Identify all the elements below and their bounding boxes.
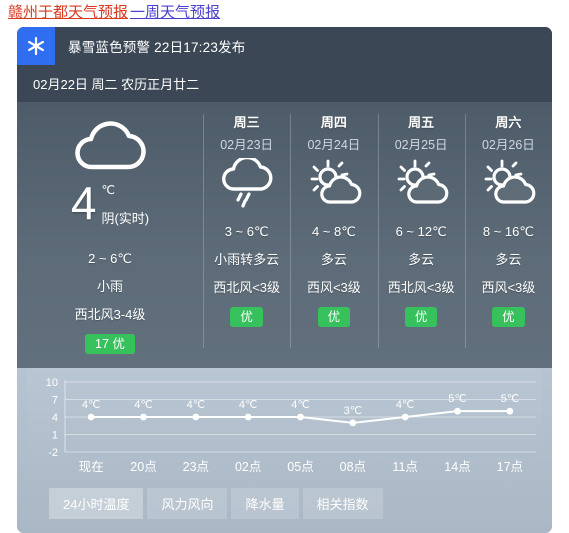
chart-tabs: 24小时温度 风力风向 降水量 相关指数 bbox=[17, 478, 552, 533]
svg-text:1: 1 bbox=[52, 430, 58, 442]
svg-text:4℃: 4℃ bbox=[239, 399, 257, 411]
svg-text:5℃: 5℃ bbox=[501, 393, 519, 405]
date-line: 02月22日 周二 农历正月廿二 bbox=[17, 65, 552, 102]
tab-precipitation[interactable]: 降水量 bbox=[231, 488, 299, 519]
forecast-aqi-badge: 优 bbox=[230, 307, 263, 327]
today-weather: 小雨 bbox=[96, 279, 123, 294]
current-temperature: 4 ℃ 阴(实时) bbox=[17, 177, 203, 229]
current-temp-unit: ℃ bbox=[101, 183, 115, 197]
current-condition: 阴(实时) bbox=[101, 211, 150, 226]
current-temp-value: 4 bbox=[70, 177, 97, 229]
svg-text:4℃: 4℃ bbox=[134, 399, 152, 411]
svg-text:23点: 23点 bbox=[183, 460, 209, 474]
day-date: 02月26日 bbox=[481, 138, 535, 152]
svg-text:08点: 08点 bbox=[340, 460, 366, 474]
forecast-range: 8 ~ 16℃ bbox=[482, 224, 534, 239]
forecast-aqi-badge: 优 bbox=[317, 307, 351, 327]
svg-text:现在: 现在 bbox=[79, 460, 104, 474]
svg-text:4: 4 bbox=[52, 412, 58, 424]
svg-text:3℃: 3℃ bbox=[344, 405, 362, 417]
forecast-column-wed: 周三 02月23日 3 ~ 6℃ 小雨转多云 西北风<3级 优 bbox=[203, 108, 290, 354]
forecast-weather: 小雨转多云 bbox=[214, 252, 280, 267]
title-link-location[interactable]: 赣州于都天气预报 bbox=[8, 4, 128, 21]
svg-text:7: 7 bbox=[52, 395, 58, 407]
day-date: 02月24日 bbox=[307, 138, 361, 152]
svg-text:02点: 02点 bbox=[235, 460, 261, 474]
day-date: 02月23日 bbox=[220, 138, 274, 152]
forecast-weather: 多云 bbox=[408, 252, 435, 267]
cloud-icon bbox=[17, 110, 203, 184]
forecast-wind: 西北风<3级 bbox=[387, 280, 455, 295]
forecast-range: 4 ~ 8℃ bbox=[311, 224, 356, 239]
sun-cloud-icon bbox=[465, 153, 552, 215]
svg-text:-2: -2 bbox=[48, 447, 58, 459]
today-column: 4 ℃ 阴(实时) 2 ~ 6℃ 小雨 西北风3-4级 17 优 bbox=[17, 108, 203, 354]
today-aqi-badge: 17 优 bbox=[85, 334, 135, 354]
day-name: 周六 bbox=[495, 115, 522, 130]
svg-text:14点: 14点 bbox=[444, 460, 470, 474]
day-date: 02月25日 bbox=[394, 138, 448, 152]
forecast-range: 6 ~ 12℃ bbox=[395, 224, 447, 239]
tab-indices[interactable]: 相关指数 bbox=[302, 488, 383, 519]
sun-cloud-icon bbox=[290, 153, 377, 215]
forecast-column-thu: 周四 02月24日 4 ~ 8℃ 多云 西风<3级 优 bbox=[290, 108, 377, 354]
day-name: 周四 bbox=[320, 115, 347, 130]
page-title: 赣州于都天气预报 一周天气预报 bbox=[0, 0, 569, 27]
temperature-chart[interactable]: 10 7 4 1 -2 4℃ 现在 4℃ 20点 4℃ 23点 4℃ 02点 4℃ 05点 3℃ 08点 4℃ 11… bbox=[27, 368, 542, 478]
cloud-rain-icon bbox=[203, 153, 290, 215]
forecast-wind: 西风<3级 bbox=[306, 280, 361, 295]
svg-text:17点: 17点 bbox=[497, 460, 523, 474]
svg-text:11点: 11点 bbox=[392, 460, 417, 474]
forecast-wind: 西风<3级 bbox=[481, 280, 536, 295]
svg-text:10: 10 bbox=[46, 377, 58, 389]
forecast-weather: 多云 bbox=[320, 252, 347, 267]
svg-text:4℃: 4℃ bbox=[82, 399, 100, 411]
forecast-column-fri: 周五 02月25日 6 ~ 12℃ 多云 西北风<3级 优 bbox=[377, 108, 465, 354]
tab-hourly-temperature[interactable]: 24小时温度 bbox=[49, 488, 144, 519]
svg-text:20点: 20点 bbox=[130, 460, 156, 474]
forecast-column-sat: 周六 02月26日 8 ~ 16℃ 多云 西风<3级 优 bbox=[464, 108, 552, 354]
day-name: 周五 bbox=[408, 115, 435, 130]
forecast-range: 3 ~ 6℃ bbox=[224, 224, 269, 239]
weather-panel: 暴雪蓝色预警 22日17:23发布 02月22日 周二 农历正月廿二 4 ℃ 阴… bbox=[17, 27, 552, 533]
weather-alert-bar[interactable]: 暴雪蓝色预警 22日17:23发布 bbox=[17, 27, 552, 65]
snowflake-icon bbox=[17, 27, 55, 65]
sun-cloud-icon bbox=[378, 153, 465, 215]
tab-wind[interactable]: 风力风向 bbox=[147, 488, 228, 519]
svg-text:05点: 05点 bbox=[287, 460, 313, 474]
svg-text:4℃: 4℃ bbox=[187, 399, 205, 411]
forecast-row: 4 ℃ 阴(实时) 2 ~ 6℃ 小雨 西北风3-4级 17 优 周三 02月2… bbox=[17, 102, 552, 368]
today-wind: 西北风3-4级 bbox=[74, 307, 146, 322]
today-range: 2 ~ 6℃ bbox=[88, 251, 132, 266]
svg-text:4℃: 4℃ bbox=[396, 399, 414, 411]
svg-text:4℃: 4℃ bbox=[291, 399, 309, 411]
title-link-week[interactable]: 一周天气预报 bbox=[130, 4, 220, 21]
forecast-aqi-badge: 优 bbox=[492, 307, 525, 327]
day-name: 周三 bbox=[233, 115, 260, 130]
forecast-wind: 西北风<3级 bbox=[213, 280, 281, 295]
alert-text: 暴雪蓝色预警 22日17:23发布 bbox=[68, 40, 246, 55]
svg-text:5℃: 5℃ bbox=[448, 393, 466, 405]
forecast-aqi-badge: 优 bbox=[404, 307, 438, 327]
chart-section: 10 7 4 1 -2 4℃ 现在 4℃ 20点 4℃ 23点 4℃ 02点 4℃ 05点 3℃ 08点 4℃ 11… bbox=[17, 368, 552, 533]
forecast-weather: 多云 bbox=[495, 252, 522, 267]
